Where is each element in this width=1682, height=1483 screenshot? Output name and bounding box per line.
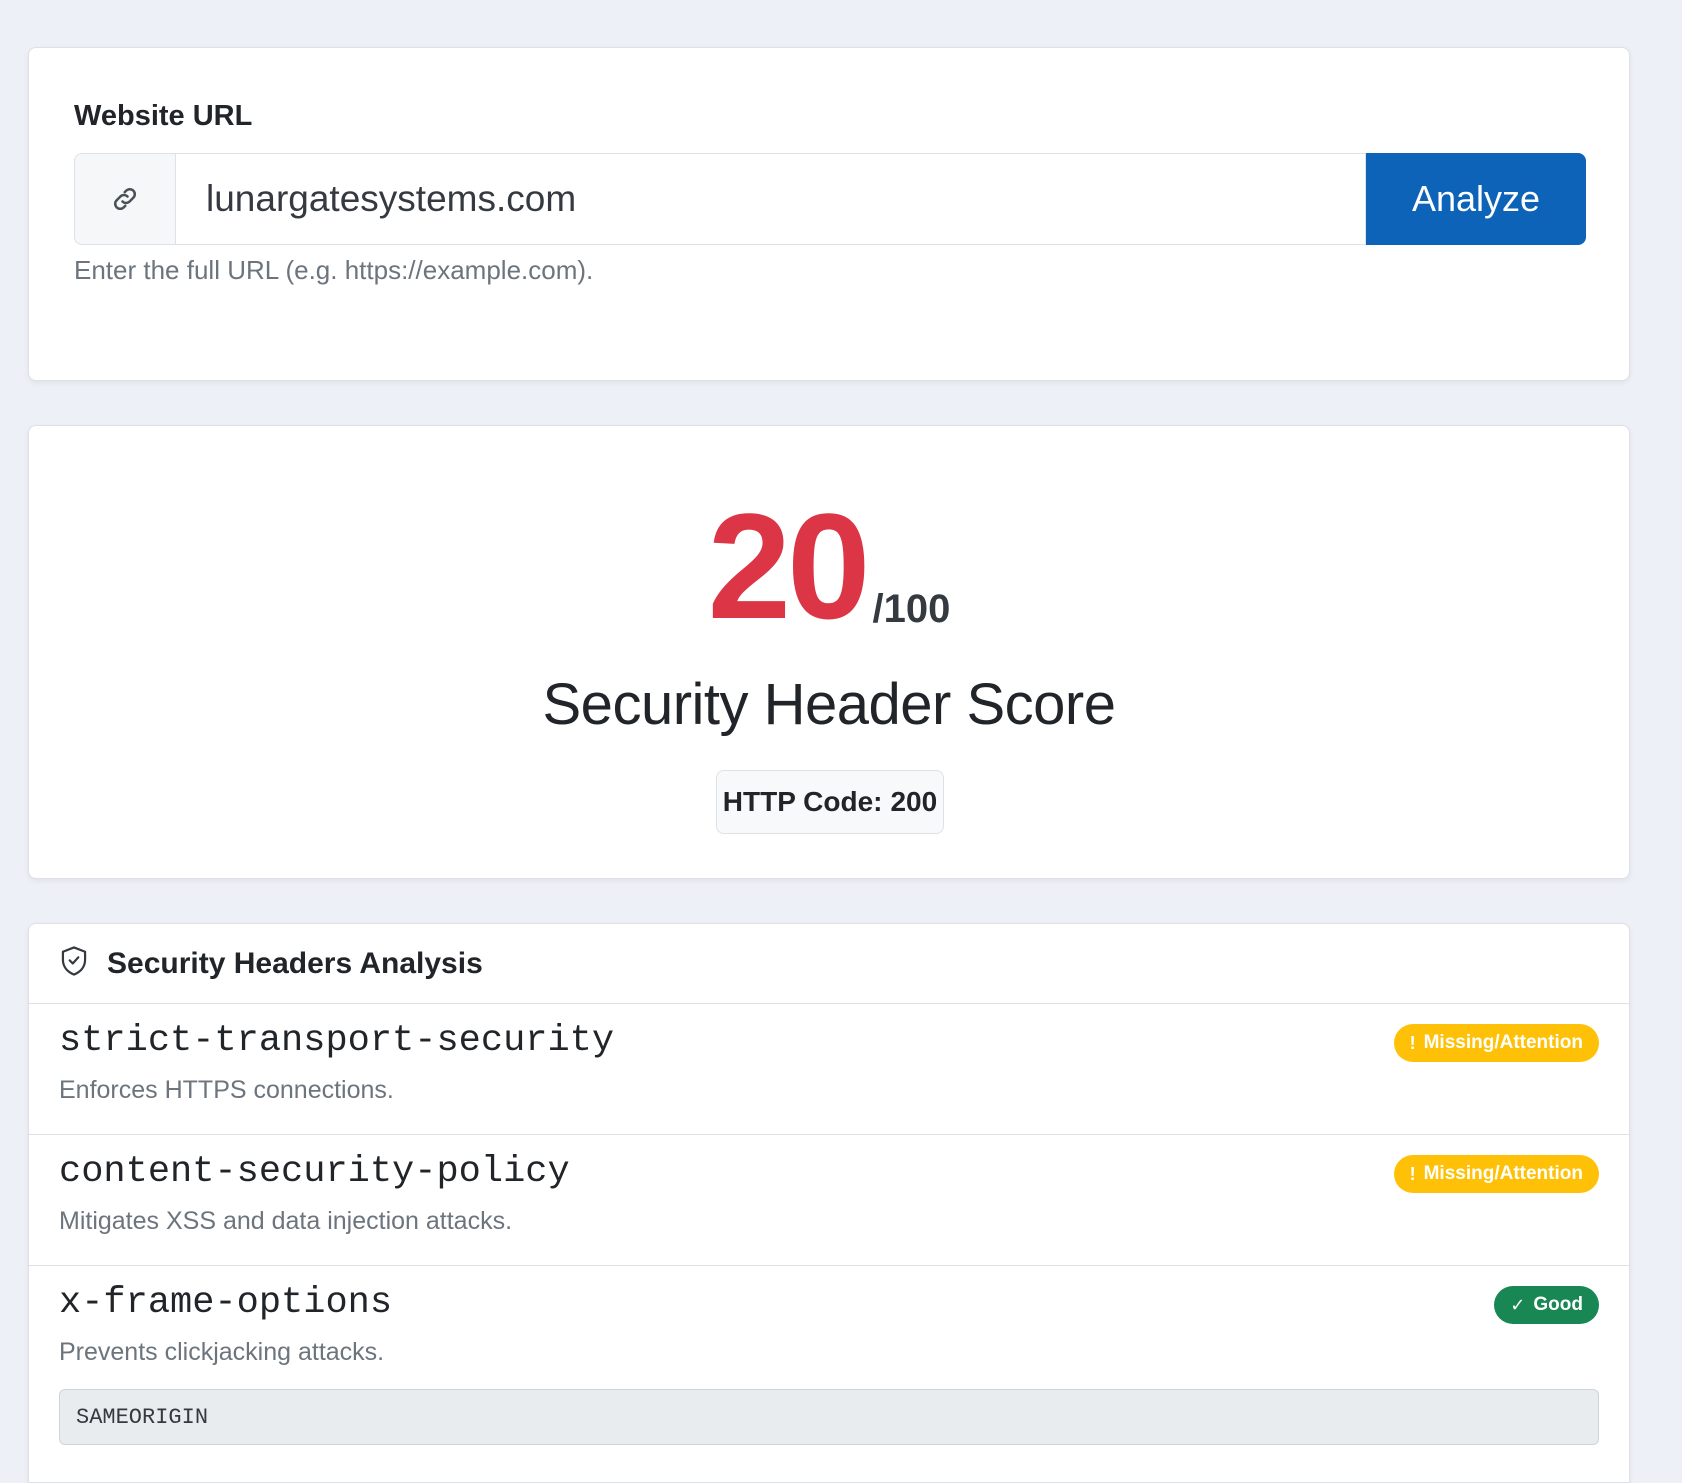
url-input[interactable] [175, 153, 1366, 245]
status-label: Missing/Attention [1423, 1163, 1583, 1184]
analysis-title: Security Headers Analysis [107, 946, 483, 980]
http-code-value: 200 [890, 786, 938, 817]
url-help-text: Enter the full URL (e.g. https://example… [74, 255, 594, 285]
header-name: content-security-policy [59, 1151, 570, 1193]
status-badge: ✓ Good [1494, 1286, 1599, 1324]
status-badge: ! Missing/Attention [1393, 1155, 1599, 1193]
http-code-badge: HTTP Code: 200 [716, 770, 944, 834]
header-description: Enforces HTTPS connections. [59, 1076, 394, 1104]
header-row: strict-transport-security Enforces HTTPS… [29, 1004, 1629, 1135]
status-label: Good [1533, 1294, 1583, 1315]
link-icon [74, 153, 175, 245]
score-card: 20 /100 Security Header Score HTTP Code:… [28, 425, 1630, 879]
header-name: x-frame-options [59, 1282, 393, 1324]
header-value: SAMEORIGIN [59, 1389, 1599, 1445]
url-form-card: Website URL Analyze Enter the full URL (… [28, 47, 1630, 381]
score-max: /100 [872, 587, 951, 631]
check-icon: ✓ [1510, 1294, 1526, 1315]
score-value: 20 [707, 482, 871, 650]
header-row: x-frame-options Prevents clickjacking at… [29, 1266, 1629, 1445]
status-badge: ! Missing/Attention [1393, 1024, 1599, 1062]
header-name: strict-transport-security [59, 1020, 615, 1062]
analyze-button[interactable]: Analyze [1366, 153, 1586, 245]
url-label: Website URL [74, 100, 253, 132]
headers-analysis-card: Security Headers Analysis strict-transpo… [28, 923, 1630, 1483]
header-row: content-security-policy Mitigates XSS an… [29, 1135, 1629, 1266]
status-label: Missing/Attention [1423, 1032, 1583, 1053]
score-display: 20 /100 [29, 482, 1629, 650]
exclamation-icon: ! [1409, 1032, 1416, 1053]
exclamation-icon: ! [1409, 1163, 1416, 1184]
score-title: Security Header Score [542, 672, 1116, 737]
url-input-group: Analyze [74, 153, 1586, 245]
header-description: Prevents clickjacking attacks. [59, 1338, 385, 1366]
analysis-header: Security Headers Analysis [29, 924, 1629, 1004]
header-description: Mitigates XSS and data injection attacks… [59, 1207, 513, 1235]
shield-check-icon [59, 945, 89, 982]
http-code-label: HTTP Code: [722, 786, 883, 817]
